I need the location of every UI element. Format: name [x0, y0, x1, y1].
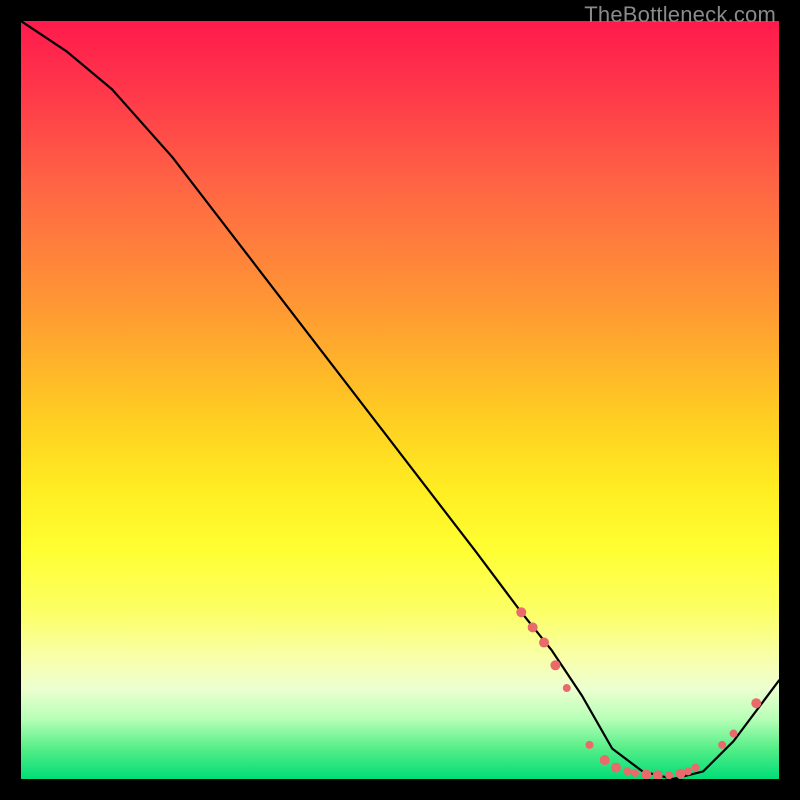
watermark-text: TheBottleneck.com — [584, 2, 776, 28]
data-point — [550, 660, 560, 670]
data-point — [631, 769, 639, 777]
data-point — [692, 764, 700, 772]
data-point — [730, 730, 738, 738]
data-point — [563, 684, 571, 692]
data-point — [600, 755, 610, 765]
data-point — [665, 771, 673, 779]
data-point — [516, 607, 526, 617]
chart-svg — [21, 21, 779, 779]
data-point — [528, 622, 538, 632]
data-point — [539, 638, 549, 648]
data-markers — [516, 607, 761, 779]
data-point — [684, 767, 692, 775]
data-point — [751, 698, 761, 708]
data-point — [623, 767, 631, 775]
data-point — [653, 770, 663, 779]
chart-frame: TheBottleneck.com — [0, 0, 800, 800]
data-point — [675, 769, 685, 779]
data-point — [641, 769, 651, 779]
data-point — [718, 741, 726, 749]
data-point — [611, 763, 621, 773]
data-point — [586, 741, 594, 749]
bottleneck-curve — [21, 21, 779, 779]
